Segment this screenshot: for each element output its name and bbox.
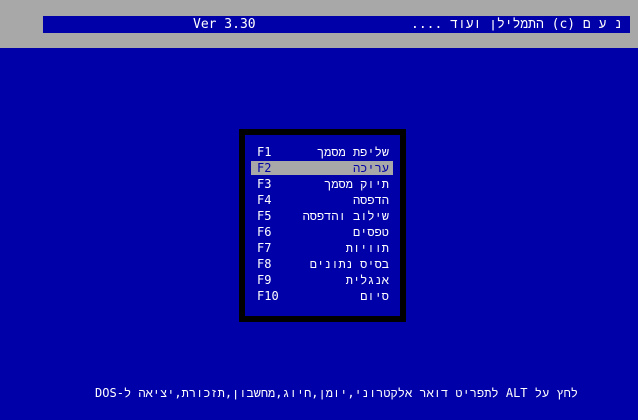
menu-item-key: F3: [257, 177, 272, 191]
menu-item-label: עריכה: [352, 161, 389, 175]
status-line: לחץ על ALT לתפריט דואר אלקטרוני,יומן,חיו…: [0, 384, 638, 402]
menu-item-key: F8: [257, 257, 272, 271]
menu-item-f2[interactable]: F2 עריכה: [251, 161, 393, 175]
menu-item-f6[interactable]: F6 טפסים: [251, 225, 393, 239]
menu-item-key: F9: [257, 273, 272, 287]
title-bar: Ver 3.30 נ ע ם (c) התמלילן ועוד ....: [43, 16, 630, 33]
menu-item-f9[interactable]: F9 אנגלית: [251, 273, 393, 287]
menu-item-label: שילוב והדפסה: [302, 209, 389, 223]
menu-item-f4[interactable]: F4 הדפסה: [251, 193, 393, 207]
menu-item-key: F7: [257, 241, 272, 255]
menu-item-label: אנגלית: [345, 273, 389, 287]
app-title: נ ע ם (c) התמלילן ועוד ....: [411, 17, 622, 32]
menu-item-f5[interactable]: F5 שילוב והדפסה: [251, 209, 393, 223]
menu-item-label: תיוק מסמך: [324, 177, 389, 191]
menu-item-label: סיום: [360, 289, 389, 303]
menu-item-label: טפסים: [352, 225, 389, 239]
menu-item-key: F2: [257, 161, 272, 175]
menu-item-label: תוויות: [345, 241, 389, 255]
main-menu: F1 שליפת מסמך F2 עריכה F3 תיוק מסמך F4 ה…: [239, 129, 406, 322]
menu-item-key: F4: [257, 193, 272, 207]
menu-item-label: שליפת מסמך: [316, 145, 389, 159]
menu-item-f10[interactable]: F10 סיום: [251, 289, 393, 303]
main-menu-body: F1 שליפת מסמך F2 עריכה F3 תיוק מסמך F4 ה…: [245, 135, 400, 316]
menu-item-key: F6: [257, 225, 272, 239]
menu-item-label: הדפסה: [352, 193, 389, 207]
status-hint: לחץ על ALT לתפריט דואר אלקטרוני,יומן,חיו…: [95, 386, 578, 400]
menu-item-f1[interactable]: F1 שליפת מסמך: [251, 145, 393, 159]
menu-item-f7[interactable]: F7 תוויות: [251, 241, 393, 255]
menu-item-f8[interactable]: F8 בסיס נתונים: [251, 257, 393, 271]
menu-item-key: F1: [257, 145, 272, 159]
menu-item-f3[interactable]: F3 תיוק מסמך: [251, 177, 393, 191]
menu-item-key: F10: [257, 289, 279, 303]
menu-item-key: F5: [257, 209, 272, 223]
menu-item-label: בסיס נתונים: [309, 257, 389, 271]
version-label: Ver 3.30: [193, 17, 256, 32]
